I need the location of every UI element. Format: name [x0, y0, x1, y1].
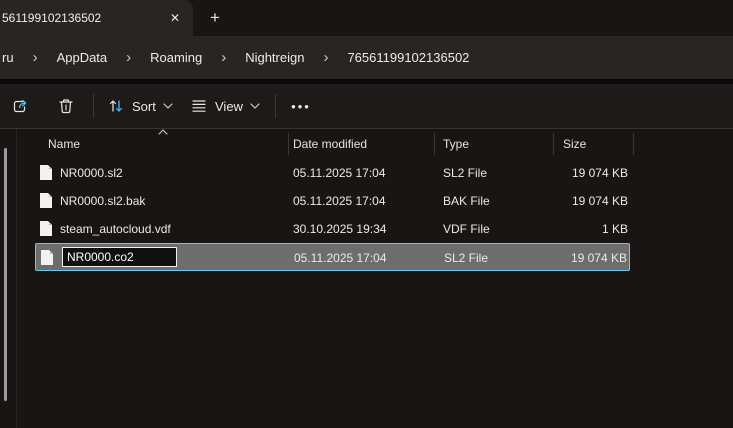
chevron-right-icon: › [33, 53, 38, 63]
column-divider[interactable] [288, 133, 289, 155]
toolbar-divider [275, 94, 276, 118]
share-button[interactable] [4, 90, 36, 122]
column-header-size[interactable]: Size [563, 129, 586, 157]
file-date-modified: 05.11.2025 17:04 [293, 159, 433, 187]
file-size: 19 074 KB [533, 159, 628, 187]
sort-arrows-icon [107, 97, 125, 115]
view-label: View [215, 99, 243, 114]
file-row-nr0000-co2-selected[interactable]: 05.11.2025 17:04 SL2 File 19 074 KB [35, 243, 630, 271]
scrollbar-thumb[interactable] [4, 148, 7, 401]
column-header-type[interactable]: Type [443, 129, 469, 157]
column-divider[interactable] [434, 133, 435, 155]
rename-input[interactable] [62, 247, 177, 267]
explorer-tab[interactable]: 561199102136502 ✕ [0, 0, 193, 36]
nav-pane-edge [0, 129, 17, 428]
file-list: Name Date modified Type Size NR0000.sl2 … [18, 129, 733, 428]
file-size: 19 074 KB [532, 244, 627, 272]
sort-label: Sort [132, 99, 156, 114]
view-lines-icon [190, 98, 208, 114]
chevron-down-icon [163, 103, 173, 109]
file-row-steam-autocloud-vdf[interactable]: steam_autocloud.vdf 30.10.2025 19:34 VDF… [35, 215, 630, 243]
file-size: 19 074 KB [533, 187, 628, 215]
tab-close-icon[interactable]: ✕ [170, 12, 180, 24]
file-date-modified: 30.10.2025 19:34 [293, 215, 433, 243]
file-row-nr0000-sl2[interactable]: NR0000.sl2 05.11.2025 17:04 SL2 File 19 … [35, 159, 630, 187]
trash-icon [57, 97, 75, 116]
tab-title: 561199102136502 [0, 11, 152, 25]
column-header-name[interactable]: Name [48, 129, 80, 157]
file-name: NR0000.sl2.bak [60, 187, 285, 215]
file-name: NR0000.sl2 [60, 159, 285, 187]
file-name: steam_autocloud.vdf [60, 215, 285, 243]
chevron-right-icon: › [221, 53, 226, 63]
command-toolbar: Sort View ••• [0, 84, 733, 128]
file-date-modified: 05.11.2025 17:04 [294, 244, 434, 272]
more-options-button[interactable]: ••• [284, 90, 318, 122]
file-icon [40, 221, 52, 236]
file-icon [40, 165, 52, 180]
delete-button[interactable] [50, 90, 82, 122]
breadcrumb-item-appdata[interactable]: AppData [51, 46, 114, 69]
file-icon [40, 193, 52, 208]
tab-bar: 561199102136502 ✕ + [0, 0, 733, 36]
new-tab-button[interactable]: + [202, 4, 228, 32]
file-row-nr0000-sl2-bak[interactable]: NR0000.sl2.bak 05.11.2025 17:04 BAK File… [35, 187, 630, 215]
column-headers: Name Date modified Type Size [18, 129, 733, 157]
breadcrumb-item-nightreign[interactable]: Nightreign [239, 46, 310, 69]
file-icon [41, 250, 53, 265]
chevron-down-icon [250, 103, 260, 109]
file-date-modified: 05.11.2025 17:04 [293, 187, 433, 215]
column-divider[interactable] [633, 133, 634, 155]
file-explorer-window: { "window": { "tab_title": "561199102136… [0, 0, 733, 428]
breadcrumb-item-roaming[interactable]: Roaming [144, 46, 208, 69]
file-size: 1 KB [533, 215, 628, 243]
chevron-right-icon: › [323, 53, 328, 63]
chevron-right-icon: › [126, 53, 131, 63]
column-divider[interactable] [553, 133, 554, 155]
breadcrumb: ru › AppData › Roaming › Nightreign › 76… [0, 36, 733, 79]
breadcrumb-item-steamid[interactable]: 76561199102136502 [341, 46, 475, 69]
file-list-pane: Name Date modified Type Size NR0000.sl2 … [0, 128, 733, 428]
sort-button[interactable]: Sort [101, 90, 179, 122]
view-button[interactable]: View [184, 90, 266, 122]
column-header-date-modified[interactable]: Date modified [293, 129, 367, 157]
toolbar-divider [93, 94, 94, 118]
share-icon [11, 97, 30, 116]
breadcrumb-item-ru[interactable]: ru [2, 46, 20, 69]
